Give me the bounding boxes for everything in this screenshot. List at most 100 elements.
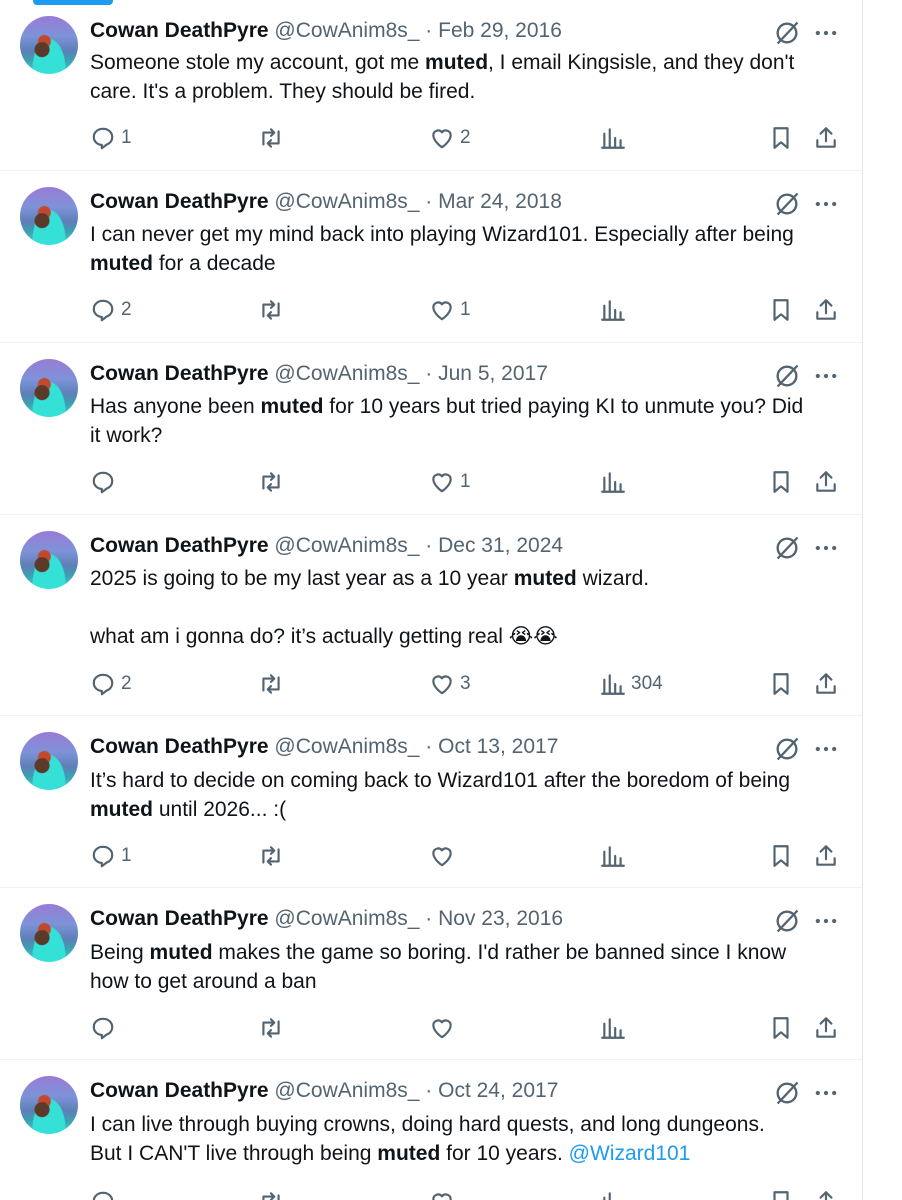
grok-icon[interactable] [773, 362, 801, 390]
views-button[interactable]: 304 [600, 668, 663, 700]
tweet[interactable]: Cowan DeathPyre @CowAnim8s_ · Mar 24, 20… [0, 171, 862, 343]
mention-link[interactable]: @Wizard101 [569, 1142, 691, 1165]
tweet[interactable]: Cowan DeathPyre @CowAnim8s_ · Feb 29, 20… [0, 0, 862, 171]
repost-button[interactable] [258, 1186, 289, 1200]
repost-button[interactable] [258, 294, 289, 326]
share-button[interactable] [813, 466, 839, 498]
author-name[interactable]: Cowan DeathPyre [90, 362, 269, 385]
share-button[interactable] [813, 294, 839, 326]
bookmark-button[interactable] [768, 294, 794, 326]
avatar[interactable] [20, 1076, 78, 1134]
bookmark-button[interactable] [768, 122, 794, 154]
tweet-text: It’s hard to decide on coming back to Wi… [90, 766, 790, 824]
author-handle[interactable]: @CowAnim8s_ [274, 1079, 419, 1102]
avatar[interactable] [20, 359, 78, 417]
tweet-date[interactable]: Mar 24, 2018 [438, 190, 562, 213]
grok-icon[interactable] [773, 907, 801, 935]
author-handle[interactable]: @CowAnim8s_ [274, 907, 419, 930]
tweet-date[interactable]: Dec 31, 2024 [438, 534, 563, 557]
author-handle[interactable]: @CowAnim8s_ [274, 534, 419, 557]
repost-button[interactable] [258, 466, 289, 498]
tweet-date[interactable]: Jun 5, 2017 [438, 362, 548, 385]
tweet[interactable]: Cowan DeathPyre @CowAnim8s_ · Oct 24, 20… [0, 1060, 862, 1200]
views-button[interactable] [600, 122, 631, 154]
like-button[interactable]: 1 [429, 294, 471, 326]
reply-count: 2 [121, 299, 132, 320]
tweet-text: Someone stole my account, got me muted, … [90, 48, 794, 106]
tweet[interactable]: Cowan DeathPyre @CowAnim8s_ · Jun 5, 201… [0, 343, 862, 515]
views-button[interactable] [600, 840, 631, 872]
avatar[interactable] [20, 187, 78, 245]
views-button[interactable] [600, 466, 631, 498]
repost-button[interactable] [258, 122, 289, 154]
reply-button[interactable]: 1 [90, 840, 132, 872]
author-name[interactable]: Cowan DeathPyre [90, 19, 269, 42]
reply-button[interactable]: 2 [90, 668, 132, 700]
like-button[interactable]: 3 [429, 668, 471, 700]
views-button[interactable] [600, 1012, 631, 1044]
more-icon[interactable] [812, 362, 840, 390]
share-button[interactable] [813, 1186, 839, 1200]
grok-icon[interactable] [773, 534, 801, 562]
tweet-date[interactable]: Feb 29, 2016 [438, 19, 562, 42]
tweet-header: Cowan DeathPyre @CowAnim8s_ · Oct 13, 20… [90, 734, 558, 760]
like-button[interactable] [429, 1012, 460, 1044]
more-icon[interactable] [812, 1079, 840, 1107]
tweet[interactable]: Cowan DeathPyre @CowAnim8s_ · Nov 23, 20… [0, 888, 862, 1060]
share-button[interactable] [813, 122, 839, 154]
tweet-date[interactable]: Oct 13, 2017 [438, 735, 558, 758]
avatar[interactable] [20, 904, 78, 962]
like-button[interactable]: 2 [429, 122, 471, 154]
author-name[interactable]: Cowan DeathPyre [90, 735, 269, 758]
repost-button[interactable] [258, 1012, 289, 1044]
tweet-date[interactable]: Oct 24, 2017 [438, 1079, 558, 1102]
bookmark-button[interactable] [768, 668, 794, 700]
tweet[interactable]: Cowan DeathPyre @CowAnim8s_ · Dec 31, 20… [0, 515, 862, 716]
tweet[interactable]: Cowan DeathPyre @CowAnim8s_ · Oct 13, 20… [0, 716, 862, 888]
like-button[interactable] [429, 1186, 460, 1200]
bookmark-button[interactable] [768, 466, 794, 498]
author-name[interactable]: Cowan DeathPyre [90, 190, 269, 213]
avatar[interactable] [20, 732, 78, 790]
grok-icon[interactable] [773, 19, 801, 47]
tweet-date[interactable]: Nov 23, 2016 [438, 907, 563, 930]
avatar[interactable] [20, 531, 78, 589]
reply-button[interactable] [90, 466, 121, 498]
bookmark-button[interactable] [768, 1186, 794, 1200]
like-icon [432, 301, 452, 321]
bookmark-button[interactable] [768, 840, 794, 872]
more-icon[interactable] [812, 190, 840, 218]
author-handle[interactable]: @CowAnim8s_ [274, 735, 419, 758]
share-button[interactable] [813, 668, 839, 700]
reply-button[interactable]: 1 [90, 122, 132, 154]
reply-button[interactable] [90, 1012, 121, 1044]
separator-dot: · [425, 19, 433, 42]
author-name[interactable]: Cowan DeathPyre [90, 534, 269, 557]
author-name[interactable]: Cowan DeathPyre [90, 1079, 269, 1102]
action-bar [0, 1012, 862, 1044]
repost-button[interactable] [258, 840, 289, 872]
views-button[interactable] [600, 1186, 631, 1200]
author-name[interactable]: Cowan DeathPyre [90, 907, 269, 930]
grok-icon[interactable] [773, 735, 801, 763]
views-button[interactable] [600, 294, 631, 326]
reply-button[interactable] [90, 1186, 121, 1200]
more-icon[interactable] [812, 19, 840, 47]
more-icon[interactable] [812, 534, 840, 562]
like-button[interactable] [429, 840, 460, 872]
author-handle[interactable]: @CowAnim8s_ [274, 362, 419, 385]
author-handle[interactable]: @CowAnim8s_ [274, 190, 419, 213]
share-button[interactable] [813, 1012, 839, 1044]
author-handle[interactable]: @CowAnim8s_ [274, 19, 419, 42]
avatar[interactable] [20, 16, 78, 74]
like-icon [432, 129, 452, 149]
more-icon[interactable] [812, 907, 840, 935]
grok-icon[interactable] [773, 190, 801, 218]
repost-button[interactable] [258, 668, 289, 700]
share-button[interactable] [813, 840, 839, 872]
grok-icon[interactable] [773, 1079, 801, 1107]
reply-button[interactable]: 2 [90, 294, 132, 326]
bookmark-button[interactable] [768, 1012, 794, 1044]
like-button[interactable]: 1 [429, 466, 471, 498]
more-icon[interactable] [812, 735, 840, 763]
